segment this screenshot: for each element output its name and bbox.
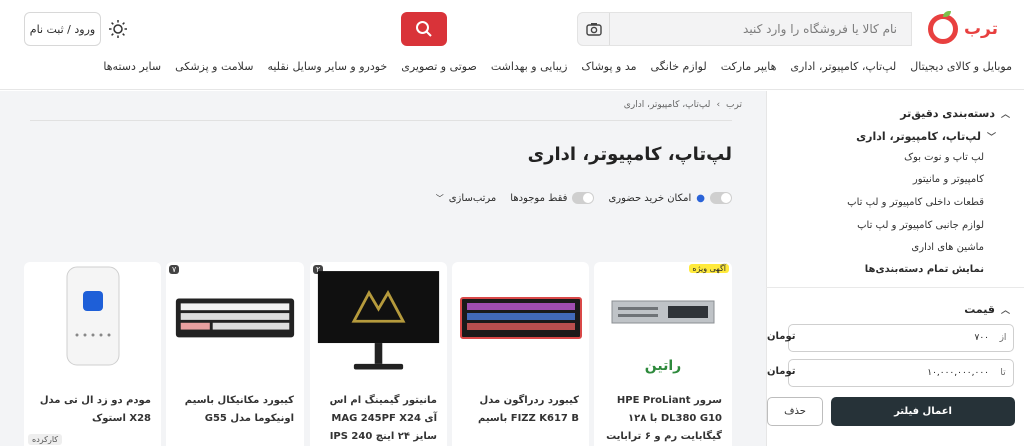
price-to-field[interactable]: تا ۱۰,۰۰۰,۰۰۰,۰۰۰ [788,359,1014,387]
category-section-label: دسته‌بندی دقیق‌تر [900,107,995,120]
chevron-down-icon: ﹀ [435,193,444,203]
product-image-keyboard [458,266,583,366]
clear-filter-button[interactable]: حذف [767,397,823,426]
product-card[interactable]: کیبورد ردراگون مدل FIZZ K617 B باسیم [452,262,589,446]
apply-filter-button[interactable]: اعمال فیلتر [831,397,1015,426]
product-card[interactable]: ۲ مانیتور گیمینگ ام اس آی MAG 245PF X24 … [310,262,447,446]
category-item[interactable]: لپ تاپ و نوت بوک [904,152,1024,163]
price-from-label: از [999,333,1007,343]
camera-search-icon[interactable] [578,13,610,45]
product-name: کیبورد مکانیکال باسیم اونیکوما مدل G55 [184,395,294,424]
price-to-unit: تومان [767,366,796,377]
product-image-keyboard [172,266,298,366]
nav-item-health[interactable]: سلامت و پزشکی [175,60,253,73]
location-pin-icon: ● [696,192,705,204]
logo-text: ترب [963,19,998,39]
search-button[interactable] [401,12,447,46]
nav-item-beauty[interactable]: زیبایی و بهداشت [491,60,568,73]
price-to-label: تا [1000,368,1006,378]
logo-icon [927,11,958,44]
search-box[interactable]: نام کالا یا فروشگاه را وارد کنید [577,12,912,46]
breadcrumb-home[interactable]: ترب [726,100,742,110]
product-name: مانیتور گیمینگ ام اس آی MAG 245PF X24 سا… [329,395,437,442]
nav-item-hypermarket[interactable]: هایپر مارکت [721,60,777,73]
show-all-categories-link[interactable]: نمایش تمام دسته‌بندی‌ها [865,264,1024,275]
price-section-title[interactable]: ︿ قیمت [964,303,1024,316]
quick-filters: ● امکان خرید حضوری فقط موجودها مرتب‌سازی… [436,192,732,204]
price-from-value[interactable]: ۷۰۰ [789,333,993,343]
price-section-label: قیمت [964,303,995,316]
chevron-up-icon: ︿ [1000,110,1010,120]
category-item[interactable]: کامپیوتر و مانیتور [913,174,1024,185]
product-name: کیبورد ردراگون مدل FIZZ K617 B باسیم [477,395,579,424]
category-item[interactable]: قطعات داخلی کامپیوتر و لپ تاپ [847,197,1024,208]
login-button[interactable]: ورود / ثبت نام [24,12,101,46]
sort-dropdown[interactable]: مرتب‌سازی ﹀ [436,193,497,204]
chevron-down-icon: ﹀ [986,133,996,143]
available-label: فقط موجودها [510,192,568,204]
category-parent-label: لپ‌تاپ، کامپیوتر، اداری [856,130,981,143]
search-input[interactable]: نام کالا یا فروشگاه را وارد کنید [610,22,911,36]
page-title: لپ‌تاپ، کامپیوتر، اداری [527,144,732,165]
in-person-filter[interactable]: ● امکان خرید حضوری [608,192,732,204]
category-parent[interactable]: ﹀ لپ‌تاپ، کامپیوتر، اداری [856,130,1024,143]
used-tag: کارکرده [28,434,63,445]
header: ترب نام کالا یا فروشگاه را وارد کنید ورو… [0,0,1024,90]
nav-item-home-appliances[interactable]: لوازم خانگی [651,60,707,73]
store-logo: راتین [644,358,682,374]
product-image-modem [30,266,155,366]
category-nav: موبایل و کالای دیجیتال لپ‌تاپ، کامپیوتر،… [103,60,1012,73]
product-image-server [600,266,726,366]
product-name: سرور HPE ProLiant DL380 G10 با ۱۲۸ گیگاب… [606,395,722,442]
search-icon [416,21,432,37]
breadcrumb-current[interactable]: لپ‌تاپ، کامپیوتر، اداری [624,100,711,110]
breadcrumb: ترب › لپ‌تاپ، کامپیوتر، اداری [624,100,742,110]
breadcrumb-separator: › [716,100,721,110]
in-person-toggle[interactable] [710,192,732,204]
product-card[interactable]: مودم دو زد ال تی مدل X28 استوک کارکرده [24,262,161,446]
product-card[interactable]: ۷ کیبورد مکانیکال باسیم اونیکوما مدل G55 [166,262,304,446]
chevron-up-icon: ︿ [1000,306,1010,316]
logo[interactable]: ترب [927,11,998,46]
category-item[interactable]: ماشین های اداری [911,242,1024,253]
product-name: مودم دو زد ال تی مدل X28 استوک [39,395,151,424]
divider [30,120,732,121]
product-card[interactable]: آگهی ویژه راتین سرور HPE ProLiant DL380 … [594,262,732,446]
available-only-filter[interactable]: فقط موجودها [510,192,595,204]
category-item[interactable]: لوازم جانبی کامپیوتر و لپ تاپ [857,220,1024,231]
divider [766,287,1024,288]
nav-item-audio-video[interactable]: صوتی و تصویری [401,60,477,73]
nav-item-mobile[interactable]: موبایل و کالای دیجیتال [910,60,1012,73]
available-toggle[interactable] [572,192,595,204]
theme-toggle-sun-icon[interactable] [108,19,128,39]
nav-item-fashion[interactable]: مد و پوشاک [581,60,636,73]
nav-item-laptop[interactable]: لپ‌تاپ، کامپیوتر، اداری [790,60,896,73]
product-image-monitor [316,266,441,386]
price-to-value[interactable]: ۱۰,۰۰۰,۰۰۰,۰۰۰ [789,368,993,378]
in-person-label: امکان خرید حضوری [608,192,692,204]
price-from-unit: تومان [767,331,796,342]
category-section-title[interactable]: ︿ دسته‌بندی دقیق‌تر [900,107,1024,120]
nav-item-other[interactable]: سایر دسته‌ها [103,60,161,73]
nav-item-vehicles[interactable]: خودرو و سایر وسایل نقلیه [267,60,387,73]
sort-label: مرتب‌سازی [448,192,497,204]
filter-sidebar: ︿ دسته‌بندی دقیق‌تر ﹀ لپ‌تاپ، کامپیوتر، … [766,91,1024,446]
price-from-field[interactable]: از ۷۰۰ [788,324,1014,352]
